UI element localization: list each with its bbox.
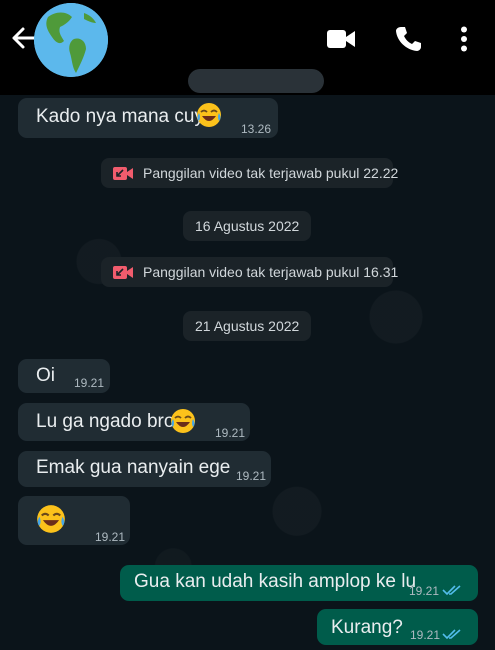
- message-time: 13.26: [241, 122, 272, 136]
- message-text: Oi: [36, 365, 55, 386]
- video-call-button[interactable]: [327, 28, 355, 50]
- message-time: 19.21: [74, 376, 105, 390]
- read-double-check-icon: [442, 585, 461, 596]
- missed-video-call-icon: [113, 167, 133, 180]
- message-bubble-incoming[interactable]: Kado nya mana cuy 13.26: [18, 98, 278, 138]
- missed-video-call-notice: Panggilan video tak terjawab pukul 22.22: [101, 158, 398, 188]
- missed-call-text: Panggilan video tak terjawab pukul 16.31: [143, 264, 399, 280]
- date-text: 16 Agustus 2022: [195, 218, 300, 234]
- message-bubble-incoming[interactable]: Lu ga ngado bro 19.21: [18, 403, 250, 441]
- message-time: 19.21: [409, 584, 440, 598]
- message-time: 19.21: [410, 628, 441, 642]
- missed-call-text: Panggilan video tak terjawab pukul 22.22: [143, 165, 399, 181]
- date-text: 21 Agustus 2022: [195, 318, 300, 334]
- missed-video-call-icon: [113, 266, 133, 279]
- contact-name-redacted[interactable]: [188, 69, 324, 93]
- message-bubble-incoming[interactable]: 19.21: [18, 496, 130, 545]
- message-text: Emak gua nanyain ege: [36, 457, 231, 478]
- face-with-tears-of-joy-icon: [197, 103, 221, 127]
- date-divider: 16 Agustus 2022: [183, 211, 311, 241]
- menu-button[interactable]: [459, 26, 469, 52]
- phone-icon: [396, 27, 421, 51]
- message-time: 19.21: [215, 426, 246, 440]
- message-time: 19.21: [95, 530, 126, 544]
- date-divider: 21 Agustus 2022: [183, 311, 311, 341]
- message-bubble-outgoing[interactable]: Kurang? 19.21: [317, 609, 478, 645]
- globe-icon: [34, 3, 108, 77]
- arrow-left-icon: [12, 27, 36, 49]
- message-text: Kado nya mana cuy: [36, 106, 204, 127]
- message-text: Lu ga ngado bro: [36, 411, 175, 432]
- face-with-tears-of-joy-icon: [37, 505, 65, 533]
- message-bubble-incoming[interactable]: Emak gua nanyain ege 19.21: [18, 451, 271, 487]
- voice-call-button[interactable]: [395, 26, 421, 52]
- message-time: 19.21: [236, 469, 267, 483]
- missed-video-call-notice: Panggilan video tak terjawab pukul 16.31: [101, 257, 398, 287]
- more-vertical-icon: [461, 26, 467, 52]
- back-button[interactable]: [10, 22, 36, 54]
- face-with-tears-of-joy-icon: [171, 409, 195, 433]
- message-bubble-incoming[interactable]: Oi 19.21: [18, 359, 110, 393]
- video-camera-icon: [327, 30, 355, 48]
- avatar[interactable]: [34, 3, 108, 77]
- message-bubble-outgoing[interactable]: Gua kan udah kasih amplop ke lu 19.21: [120, 565, 478, 601]
- message-text: Gua kan udah kasih amplop ke lu: [134, 571, 417, 592]
- message-text: Kurang?: [331, 617, 403, 638]
- read-double-check-icon: [442, 629, 461, 640]
